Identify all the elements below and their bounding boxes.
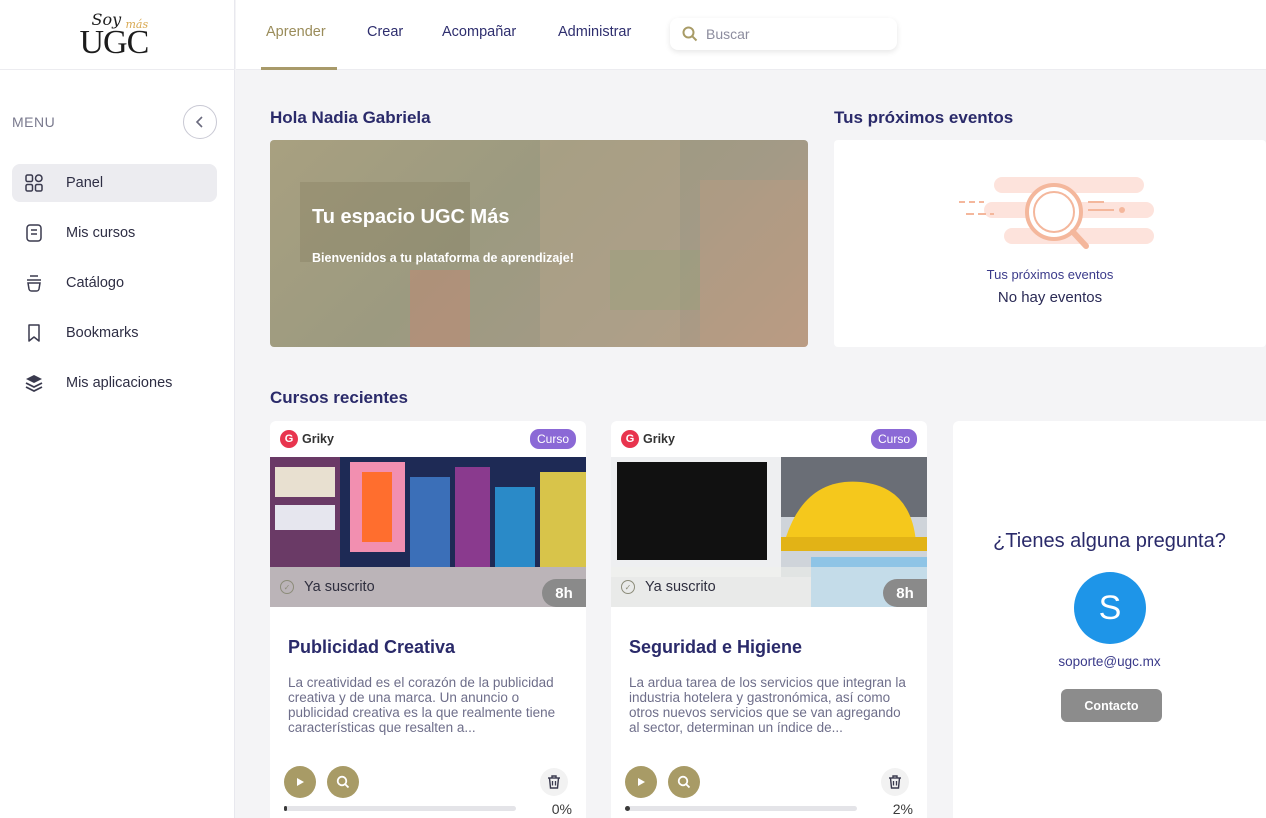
layers-icon (24, 373, 44, 393)
events-panel: Tus próximos eventos No hay eventos (834, 140, 1266, 347)
griky-logo-icon: G (280, 430, 298, 448)
provider-name: Griky (643, 432, 675, 446)
search-input[interactable] (706, 26, 886, 42)
sidebar-item-mis-aplicaciones[interactable]: Mis aplicaciones (12, 364, 217, 402)
greeting-title: Hola Nadia Gabriela (270, 108, 431, 127)
view-details-button[interactable] (327, 766, 359, 798)
recent-courses-title: Cursos recientes (270, 388, 408, 407)
catalog-icon (24, 273, 44, 293)
active-tab-indicator (261, 67, 337, 70)
events-section-title: Tus próximos eventos (834, 108, 1014, 127)
events-empty-message: No hay eventos (997, 289, 1103, 306)
progress-fill (625, 806, 630, 811)
subscribed-label: Ya suscrito (304, 579, 375, 595)
course-actions (284, 766, 370, 798)
provider-label: G Griky (280, 430, 334, 448)
bookmark-icon (24, 323, 44, 343)
trash-icon (548, 775, 560, 789)
check-circle-icon: ✓ (621, 580, 635, 594)
sidebar-item-label: Panel (66, 175, 104, 191)
banner-background (610, 250, 700, 310)
duration-badge: 8h (883, 579, 927, 607)
view-details-button[interactable] (668, 766, 700, 798)
tab-acompanar[interactable]: Acompañar (442, 24, 516, 40)
subscribed-label: Ya suscrito (645, 579, 716, 595)
sidebar-item-label: Mis aplicaciones (66, 375, 173, 391)
course-description: La creatividad es el corazón de la publi… (288, 675, 556, 735)
tab-crear[interactable]: Crear (367, 24, 403, 40)
banner-title: Tu espacio UGC Más (312, 206, 510, 228)
welcome-banner: Tu espacio UGC Más Bienvenidos a tu plat… (270, 140, 808, 347)
provider-name: Griky (302, 432, 334, 446)
search-icon (336, 775, 350, 789)
support-avatar: S (1074, 572, 1146, 644)
support-email[interactable]: soporte@ugc.mx (953, 654, 1266, 669)
logo-mark: Soy más UGC (68, 10, 168, 61)
play-button[interactable] (625, 766, 657, 798)
sidebar-nav: Panel Mis cursos Catálogo Bookmarks Mis … (12, 164, 217, 414)
sidebar-item-mis-cursos[interactable]: Mis cursos (12, 214, 217, 252)
course-image: ✓ Ya suscrito 8h (270, 457, 586, 607)
course-card-header: G Griky Curso (611, 421, 927, 457)
sidebar-item-panel[interactable]: Panel (12, 164, 217, 202)
top-navigation: Aprender Crear Acompañar Administrar (236, 0, 1266, 70)
contact-button[interactable]: Contacto (1061, 689, 1162, 722)
play-button[interactable] (284, 766, 316, 798)
search-icon (677, 775, 691, 789)
logo[interactable]: Soy más UGC (0, 0, 235, 70)
play-icon (297, 778, 304, 786)
delete-button[interactable] (881, 768, 909, 796)
subscribed-status: ✓ Ya suscrito (611, 567, 927, 607)
tab-administrar[interactable]: Administrar (558, 24, 631, 40)
sidebar-item-label: Catálogo (66, 275, 125, 291)
magnifier-illustration-icon (959, 177, 1154, 249)
course-card[interactable]: G Griky Curso ✓ Ya suscrito 8h Seguridad… (611, 421, 927, 818)
play-icon (638, 778, 645, 786)
collapse-menu-button[interactable] (183, 105, 217, 139)
duration-badge: 8h (542, 579, 586, 607)
provider-label: G Griky (621, 430, 675, 448)
banner-background (410, 270, 470, 347)
course-description: La ardua tarea de los servicios que inte… (629, 675, 906, 735)
progress-percent: 0% (551, 801, 572, 817)
course-image: ✓ Ya suscrito 8h (611, 457, 927, 607)
course-progress-bar (284, 806, 516, 811)
sidebar-item-bookmarks[interactable]: Bookmarks (12, 314, 217, 352)
book-icon (24, 223, 44, 243)
menu-header: MENU (12, 105, 217, 139)
sidebar: Soy más UGC MENU Panel Mis cursos Catálo… (0, 0, 235, 818)
course-type-badge: Curso (529, 429, 576, 449)
grid-icon (24, 173, 44, 193)
delete-button[interactable] (540, 768, 568, 796)
course-progress-bar (625, 806, 857, 811)
banner-subtitle: Bienvenidos a tu plataforma de aprendiza… (312, 251, 574, 265)
trash-icon (889, 775, 901, 789)
subscribed-status: ✓ Ya suscrito (270, 567, 586, 607)
course-title[interactable]: Publicidad Creativa (288, 637, 455, 658)
logo-ugc-text: UGC (79, 23, 150, 61)
griky-logo-icon: G (621, 430, 639, 448)
banner-background (540, 140, 680, 347)
course-title[interactable]: Seguridad e Higiene (629, 637, 802, 658)
banner-background (700, 180, 808, 347)
sidebar-item-label: Bookmarks (66, 325, 139, 341)
course-card[interactable]: G Griky Curso ✓ Ya suscrito 8h Publicida… (270, 421, 586, 818)
search-icon (682, 26, 698, 42)
sidebar-item-label: Mis cursos (66, 225, 136, 241)
course-type-badge: Curso (870, 429, 917, 449)
help-panel: ¿Tienes alguna pregunta? S soporte@ugc.m… (953, 421, 1266, 818)
search-box[interactable] (670, 18, 897, 50)
sidebar-item-catalogo[interactable]: Catálogo (12, 264, 217, 302)
course-card-header: G Griky Curso (270, 421, 586, 457)
menu-label: MENU (12, 114, 56, 130)
help-title: ¿Tienes alguna pregunta? (993, 530, 1226, 552)
chevron-left-icon (195, 116, 203, 128)
progress-percent: 2% (892, 801, 913, 817)
course-actions (625, 766, 711, 798)
progress-fill (284, 806, 288, 811)
check-circle-icon: ✓ (280, 580, 294, 594)
events-empty-label: Tus próximos eventos (986, 267, 1114, 282)
tab-aprender[interactable]: Aprender (266, 24, 326, 40)
